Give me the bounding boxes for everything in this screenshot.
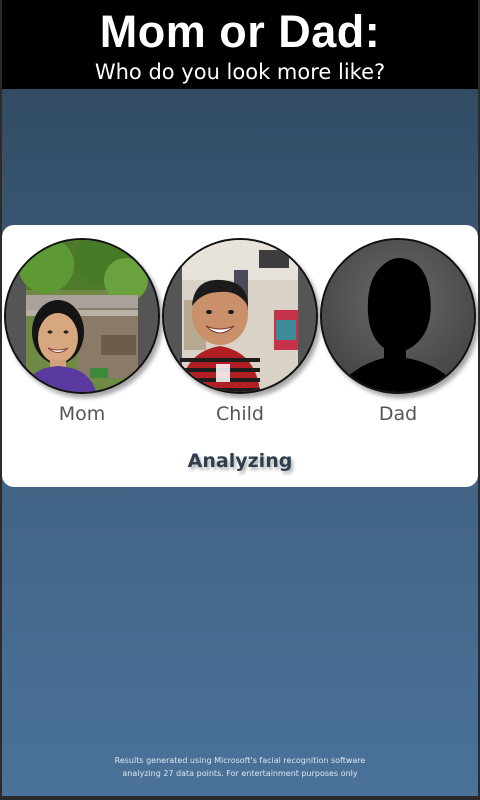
mom-photo[interactable] (4, 238, 160, 394)
disclaimer-text: Results generated using Microsoft's faci… (2, 754, 478, 780)
header-banner: Mom or Dad: Who do you look more like? (2, 0, 478, 89)
analyzing-status: Analyzing (187, 450, 293, 472)
comparison-card: Mom Child Dad Analyzing (2, 225, 478, 487)
app-title: Mom or Dad: (99, 6, 381, 57)
child-photo[interactable] (162, 238, 318, 394)
child-panel[interactable]: Child (162, 238, 318, 426)
silhouette-icon (322, 240, 474, 392)
mom-label: Mom (58, 403, 106, 425)
dad-label: Dad (378, 403, 418, 425)
child-label: Child (216, 403, 264, 425)
dad-panel[interactable]: Dad (320, 238, 476, 426)
app-subtitle: Who do you look more like? (94, 60, 386, 84)
mom-panel[interactable]: Mom (4, 238, 160, 426)
disclaimer-line-2: analyzing 27 data points. For entertainm… (122, 769, 358, 778)
disclaimer-line-1: Results generated using Microsoft's faci… (114, 756, 366, 765)
dad-photo[interactable] (320, 238, 476, 394)
app-screen: Mom or Dad: Who do you look more like? M… (2, 0, 478, 796)
